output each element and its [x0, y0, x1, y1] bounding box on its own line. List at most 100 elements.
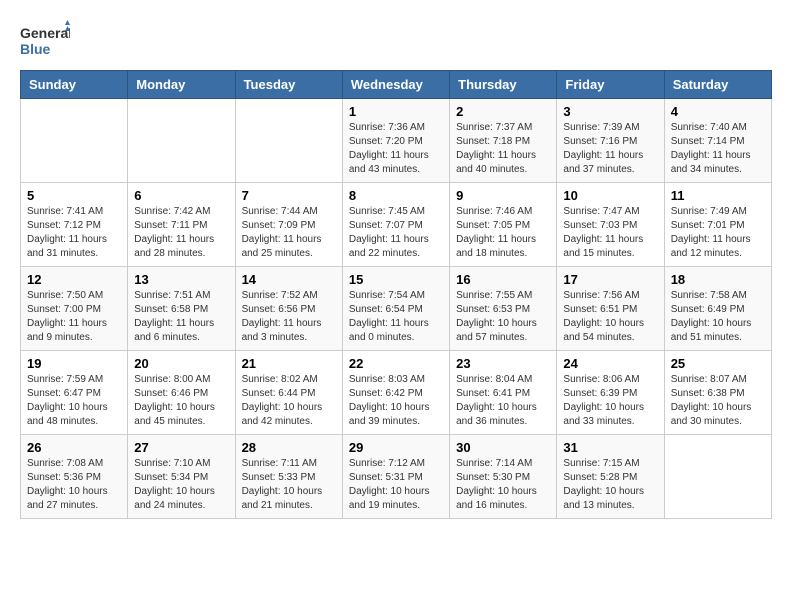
day-number: 9	[456, 188, 550, 203]
day-info: Sunrise: 7:36 AM Sunset: 7:20 PM Dayligh…	[349, 121, 443, 177]
calendar-body: 1 Sunrise: 7:36 AM Sunset: 7:20 PM Daylig…	[21, 99, 772, 519]
week-row-1: 1 Sunrise: 7:36 AM Sunset: 7:20 PM Daylig…	[21, 99, 772, 183]
week-row-5: 26 Sunrise: 7:08 AM Sunset: 5:36 PM Dayli…	[21, 435, 772, 519]
day-number: 10	[563, 188, 657, 203]
week-row-4: 19 Sunrise: 7:59 AM Sunset: 6:47 PM Dayli…	[21, 351, 772, 435]
day-cell: 30 Sunrise: 7:14 AM Sunset: 5:30 PM Dayli…	[450, 435, 557, 519]
page-header: General Blue	[20, 20, 772, 60]
day-number: 30	[456, 440, 550, 455]
column-header-thursday: Thursday	[450, 71, 557, 99]
day-info: Sunrise: 7:50 AM Sunset: 7:00 PM Dayligh…	[27, 289, 121, 345]
day-number: 20	[134, 356, 228, 371]
day-info: Sunrise: 7:52 AM Sunset: 6:56 PM Dayligh…	[242, 289, 336, 345]
day-info: Sunrise: 7:49 AM Sunset: 7:01 PM Dayligh…	[671, 205, 765, 261]
day-info: Sunrise: 7:11 AM Sunset: 5:33 PM Dayligh…	[242, 457, 336, 513]
day-info: Sunrise: 7:46 AM Sunset: 7:05 PM Dayligh…	[456, 205, 550, 261]
day-cell: 25 Sunrise: 8:07 AM Sunset: 6:38 PM Dayli…	[664, 351, 771, 435]
day-cell	[21, 99, 128, 183]
day-number: 29	[349, 440, 443, 455]
day-cell: 17 Sunrise: 7:56 AM Sunset: 6:51 PM Dayli…	[557, 267, 664, 351]
day-cell: 22 Sunrise: 8:03 AM Sunset: 6:42 PM Dayli…	[342, 351, 449, 435]
calendar-header: SundayMondayTuesdayWednesdayThursdayFrid…	[21, 71, 772, 99]
day-cell: 24 Sunrise: 8:06 AM Sunset: 6:39 PM Dayli…	[557, 351, 664, 435]
day-info: Sunrise: 8:03 AM Sunset: 6:42 PM Dayligh…	[349, 373, 443, 429]
day-number: 17	[563, 272, 657, 287]
day-cell: 26 Sunrise: 7:08 AM Sunset: 5:36 PM Dayli…	[21, 435, 128, 519]
day-number: 19	[27, 356, 121, 371]
svg-text:General: General	[20, 25, 70, 41]
day-cell: 12Sunrise: 7:50 AM Sunset: 7:00 PM Dayli…	[21, 267, 128, 351]
day-number: 3	[563, 104, 657, 119]
day-number: 5	[27, 188, 121, 203]
day-info: Sunrise: 7:56 AM Sunset: 6:51 PM Dayligh…	[563, 289, 657, 345]
day-info: Sunrise: 7:45 AM Sunset: 7:07 PM Dayligh…	[349, 205, 443, 261]
day-info: Sunrise: 8:00 AM Sunset: 6:46 PM Dayligh…	[134, 373, 228, 429]
column-header-tuesday: Tuesday	[235, 71, 342, 99]
day-number: 2	[456, 104, 550, 119]
day-number: 26	[27, 440, 121, 455]
day-number: 11	[671, 188, 765, 203]
day-info: Sunrise: 7:40 AM Sunset: 7:14 PM Dayligh…	[671, 121, 765, 177]
day-info: Sunrise: 7:39 AM Sunset: 7:16 PM Dayligh…	[563, 121, 657, 177]
day-cell: 10Sunrise: 7:47 AM Sunset: 7:03 PM Dayli…	[557, 183, 664, 267]
day-info: Sunrise: 7:42 AM Sunset: 7:11 PM Dayligh…	[134, 205, 228, 261]
day-info: Sunrise: 7:08 AM Sunset: 5:36 PM Dayligh…	[27, 457, 121, 513]
header-row: SundayMondayTuesdayWednesdayThursdayFrid…	[21, 71, 772, 99]
svg-text:Blue: Blue	[20, 41, 51, 57]
day-number: 13	[134, 272, 228, 287]
day-cell: 3 Sunrise: 7:39 AM Sunset: 7:16 PM Daylig…	[557, 99, 664, 183]
day-info: Sunrise: 7:14 AM Sunset: 5:30 PM Dayligh…	[456, 457, 550, 513]
day-number: 25	[671, 356, 765, 371]
day-number: 6	[134, 188, 228, 203]
week-row-3: 12Sunrise: 7:50 AM Sunset: 7:00 PM Dayli…	[21, 267, 772, 351]
day-cell: 1 Sunrise: 7:36 AM Sunset: 7:20 PM Daylig…	[342, 99, 449, 183]
day-number: 7	[242, 188, 336, 203]
day-cell: 27Sunrise: 7:10 AM Sunset: 5:34 PM Dayli…	[128, 435, 235, 519]
day-number: 4	[671, 104, 765, 119]
day-cell	[235, 99, 342, 183]
day-number: 8	[349, 188, 443, 203]
day-info: Sunrise: 7:15 AM Sunset: 5:28 PM Dayligh…	[563, 457, 657, 513]
day-info: Sunrise: 7:59 AM Sunset: 6:47 PM Dayligh…	[27, 373, 121, 429]
day-cell: 31 Sunrise: 7:15 AM Sunset: 5:28 PM Dayli…	[557, 435, 664, 519]
day-cell: 8 Sunrise: 7:45 AM Sunset: 7:07 PM Daylig…	[342, 183, 449, 267]
day-info: Sunrise: 8:04 AM Sunset: 6:41 PM Dayligh…	[456, 373, 550, 429]
day-info: Sunrise: 8:02 AM Sunset: 6:44 PM Dayligh…	[242, 373, 336, 429]
day-info: Sunrise: 7:10 AM Sunset: 5:34 PM Dayligh…	[134, 457, 228, 513]
day-cell: 9 Sunrise: 7:46 AM Sunset: 7:05 PM Daylig…	[450, 183, 557, 267]
day-cell: 16Sunrise: 7:55 AM Sunset: 6:53 PM Dayli…	[450, 267, 557, 351]
day-number: 22	[349, 356, 443, 371]
day-cell: 4 Sunrise: 7:40 AM Sunset: 7:14 PM Daylig…	[664, 99, 771, 183]
day-number: 14	[242, 272, 336, 287]
day-info: Sunrise: 8:07 AM Sunset: 6:38 PM Dayligh…	[671, 373, 765, 429]
day-info: Sunrise: 7:41 AM Sunset: 7:12 PM Dayligh…	[27, 205, 121, 261]
day-number: 31	[563, 440, 657, 455]
logo-svg: General Blue	[20, 20, 70, 60]
column-header-sunday: Sunday	[21, 71, 128, 99]
column-header-wednesday: Wednesday	[342, 71, 449, 99]
column-header-saturday: Saturday	[664, 71, 771, 99]
day-cell: 28Sunrise: 7:11 AM Sunset: 5:33 PM Dayli…	[235, 435, 342, 519]
day-cell: 7 Sunrise: 7:44 AM Sunset: 7:09 PM Daylig…	[235, 183, 342, 267]
day-number: 21	[242, 356, 336, 371]
day-info: Sunrise: 7:51 AM Sunset: 6:58 PM Dayligh…	[134, 289, 228, 345]
day-number: 24	[563, 356, 657, 371]
day-number: 15	[349, 272, 443, 287]
day-cell: 18Sunrise: 7:58 AM Sunset: 6:49 PM Dayli…	[664, 267, 771, 351]
day-cell: 23Sunrise: 8:04 AM Sunset: 6:41 PM Dayli…	[450, 351, 557, 435]
day-info: Sunrise: 7:37 AM Sunset: 7:18 PM Dayligh…	[456, 121, 550, 177]
day-cell: 15 Sunrise: 7:54 AM Sunset: 6:54 PM Dayli…	[342, 267, 449, 351]
logo: General Blue	[20, 20, 70, 60]
day-cell: 20 Sunrise: 8:00 AM Sunset: 6:46 PM Dayli…	[128, 351, 235, 435]
day-number: 1	[349, 104, 443, 119]
day-cell: 2 Sunrise: 7:37 AM Sunset: 7:18 PM Daylig…	[450, 99, 557, 183]
day-cell: 11 Sunrise: 7:49 AM Sunset: 7:01 PM Dayli…	[664, 183, 771, 267]
day-cell	[128, 99, 235, 183]
column-header-monday: Monday	[128, 71, 235, 99]
day-info: Sunrise: 7:54 AM Sunset: 6:54 PM Dayligh…	[349, 289, 443, 345]
day-info: Sunrise: 8:06 AM Sunset: 6:39 PM Dayligh…	[563, 373, 657, 429]
day-cell: 21 Sunrise: 8:02 AM Sunset: 6:44 PM Dayli…	[235, 351, 342, 435]
day-cell: 19 Sunrise: 7:59 AM Sunset: 6:47 PM Dayli…	[21, 351, 128, 435]
day-info: Sunrise: 7:44 AM Sunset: 7:09 PM Dayligh…	[242, 205, 336, 261]
day-number: 16	[456, 272, 550, 287]
